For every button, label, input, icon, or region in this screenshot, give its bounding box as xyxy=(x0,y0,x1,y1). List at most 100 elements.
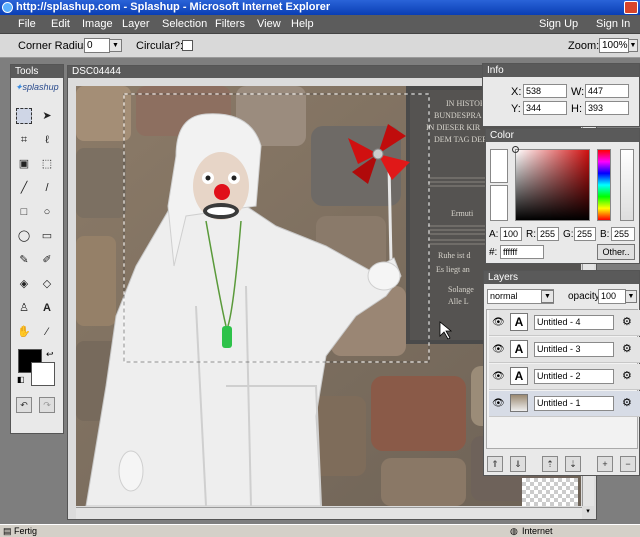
transparency-checker xyxy=(522,478,578,506)
eye-icon[interactable]: 👁 xyxy=(492,344,505,355)
layer-name[interactable]: Untitled - 2 xyxy=(534,369,614,384)
info-h-value: 393 xyxy=(585,101,629,115)
hue-slider[interactable] xyxy=(597,149,611,221)
arrow-select-icon[interactable]: ➤ xyxy=(39,108,55,124)
text-layer-thumb: A xyxy=(510,340,528,358)
opacity-dropdown-icon[interactable]: ▼ xyxy=(625,290,637,303)
circular-checkbox[interactable] xyxy=(182,40,193,51)
move-layer-down-icon[interactable]: ⇓ xyxy=(510,456,526,472)
brush-icon[interactable]: ✎ xyxy=(16,252,32,268)
default-colors-icon[interactable]: ◧ xyxy=(17,375,25,384)
line-icon[interactable]: / xyxy=(39,180,55,196)
menu-filters[interactable]: Filters xyxy=(215,18,245,30)
eraser-icon[interactable]: ◇ xyxy=(39,276,55,292)
green-input[interactable]: 255 xyxy=(574,227,596,241)
move-layer-bottom-icon[interactable]: ⇣ xyxy=(565,456,581,472)
layer-options-icon[interactable]: ⚙ xyxy=(622,315,632,328)
red-label: R: xyxy=(526,229,536,240)
menu-edit[interactable]: Edit xyxy=(51,18,70,30)
blend-mode-dropdown-icon[interactable]: ▼ xyxy=(541,290,554,303)
magic-select-icon[interactable]: ⬚ xyxy=(39,156,55,172)
menu-image[interactable]: Image xyxy=(82,18,113,30)
text-layer-thumb: A xyxy=(510,313,528,331)
corner-radius-dropdown-icon[interactable]: ▼ xyxy=(109,39,122,52)
move-layer-top-icon[interactable]: ⇑ xyxy=(487,456,503,472)
eyedropper-icon[interactable]: ⁄ xyxy=(39,324,55,340)
redo-icon[interactable]: ↷ xyxy=(39,397,55,413)
hand-icon[interactable]: ✋ xyxy=(16,324,32,340)
eraser-brush-icon[interactable]: ✐ xyxy=(39,252,55,268)
layer-row[interactable]: 👁 A Untitled - 2 ⚙ xyxy=(489,364,640,390)
tools-panel: Tools ✦splashup ➤ ⌗ ℓ ▣ ⬚ ╱ / □ ○ ◯ ▭ ✎ … xyxy=(10,64,64,434)
alpha-slider[interactable] xyxy=(620,149,634,221)
info-x-value: 538 xyxy=(523,84,567,98)
layer-row[interactable]: 👁 A Untitled - 3 ⚙ xyxy=(489,337,640,363)
bucket-icon[interactable]: ◈ xyxy=(16,276,32,292)
saturation-picker[interactable] xyxy=(515,149,590,221)
layers-panel-title: Layers xyxy=(484,271,639,284)
rect-select-icon[interactable]: ▣ xyxy=(16,156,32,172)
swap-colors-icon[interactable]: ↩ xyxy=(46,349,54,360)
ellipse-shape-icon[interactable]: ◯ xyxy=(16,228,32,244)
undo-icon[interactable]: ↶ xyxy=(16,397,32,413)
sign-in-link[interactable]: Sign In xyxy=(596,18,630,30)
close-window-icon[interactable] xyxy=(624,1,638,14)
logo-swirl-icon: ✦ xyxy=(15,82,23,92)
info-y-label: Y: xyxy=(511,103,521,115)
layer-row[interactable]: 👁 Untitled - 1 ⚙ xyxy=(489,391,640,417)
hex-label: #: xyxy=(489,247,498,258)
crop-icon[interactable]: ⌗ xyxy=(16,132,32,148)
layer-options-icon[interactable]: ⚙ xyxy=(622,342,632,355)
other-color-button[interactable]: Other.. xyxy=(597,244,635,260)
rounded-rect-icon[interactable]: ▭ xyxy=(39,228,55,244)
ellipse-icon[interactable]: ○ xyxy=(39,204,55,220)
menu-selection[interactable]: Selection xyxy=(162,18,207,30)
text-icon[interactable]: A xyxy=(39,300,55,316)
menu-help[interactable]: Help xyxy=(291,18,314,30)
delete-layer-icon[interactable]: − xyxy=(620,456,636,472)
layer-name[interactable]: Untitled - 4 xyxy=(534,315,614,330)
picker-cursor-icon[interactable] xyxy=(512,146,519,153)
eye-icon[interactable]: 👁 xyxy=(492,398,505,409)
info-panel-title: Info xyxy=(483,64,639,77)
sign-up-link[interactable]: Sign Up xyxy=(539,18,578,30)
add-layer-icon[interactable]: + xyxy=(597,456,613,472)
background-color-swatch[interactable] xyxy=(31,362,55,386)
blue-input[interactable]: 255 xyxy=(611,227,635,241)
pencil-icon[interactable]: ╱ xyxy=(16,180,32,196)
status-zone: Internet xyxy=(522,526,553,536)
app-menubar: File Edit Image Layer Selection Filters … xyxy=(0,15,640,34)
lasso-icon[interactable]: ℓ xyxy=(39,132,55,148)
zoom-input[interactable]: 100% xyxy=(599,38,629,53)
marquee-rect-icon[interactable] xyxy=(16,108,32,124)
layer-options-icon[interactable]: ⚙ xyxy=(622,369,632,382)
layer-name[interactable]: Untitled - 1 xyxy=(534,396,614,411)
horizontal-scrollbar[interactable] xyxy=(76,507,582,519)
menu-file[interactable]: File xyxy=(18,18,36,30)
hex-input[interactable]: ffffff xyxy=(500,245,544,259)
stamp-icon[interactable]: ♙ xyxy=(16,300,32,316)
eye-icon[interactable]: 👁 xyxy=(492,371,505,382)
zoom-dropdown-icon[interactable]: ▼ xyxy=(628,39,638,52)
layer-options-icon[interactable]: ⚙ xyxy=(622,396,632,409)
opacity-input[interactable]: 100 xyxy=(598,289,626,304)
menu-layer[interactable]: Layer xyxy=(122,18,150,30)
menu-view[interactable]: View xyxy=(257,18,281,30)
blue-label: B: xyxy=(600,229,610,240)
splashup-logo: ✦splashup xyxy=(15,82,61,98)
layer-row[interactable]: 👁 A Untitled - 4 ⚙ xyxy=(489,310,640,336)
red-input[interactable]: 255 xyxy=(537,227,559,241)
alpha-input[interactable]: 100 xyxy=(500,227,522,241)
rect-icon[interactable]: □ xyxy=(16,204,32,220)
ie-logo-icon xyxy=(2,2,13,13)
tools-panel-title: Tools xyxy=(11,65,63,78)
eye-icon[interactable]: 👁 xyxy=(492,317,505,328)
alpha-label: A: xyxy=(489,229,499,240)
browser-title: http://splashup.com - Splashup - Microso… xyxy=(16,1,331,13)
browser-status-bar: ▤ Fertig ◍ Internet xyxy=(0,524,640,537)
corner-radius-input[interactable]: 0 xyxy=(84,38,110,53)
move-layer-up-icon[interactable]: ⇡ xyxy=(542,456,558,472)
layer-name[interactable]: Untitled - 3 xyxy=(534,342,614,357)
plaque-lower-4: Solange xyxy=(448,285,474,294)
plaque-lower-1: Ermuti xyxy=(451,209,474,218)
